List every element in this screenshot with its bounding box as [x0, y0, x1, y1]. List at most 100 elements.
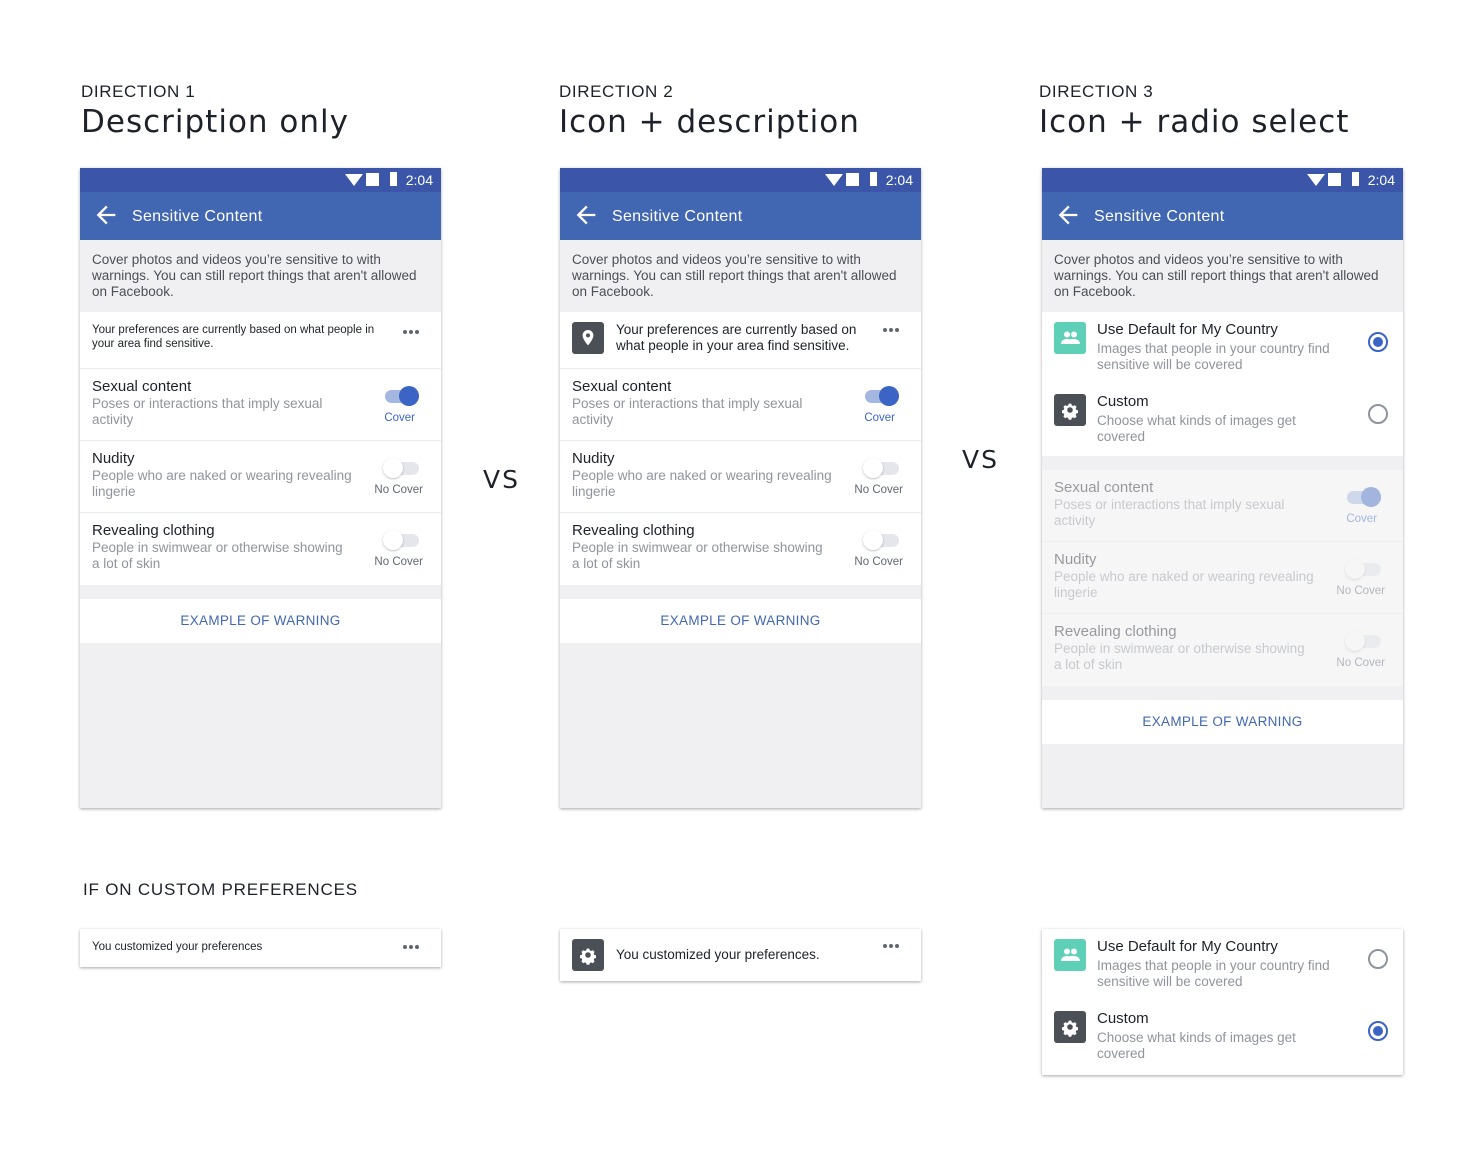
radio-option-custom[interactable]: Custom Choose what kinds of images get c… [1042, 1001, 1403, 1073]
wifi-icon [825, 174, 843, 186]
sexual-content-toggle[interactable] [383, 384, 421, 408]
vs-label: VS [962, 445, 999, 474]
radio-option-description: Choose what kinds of images get covered [1097, 1030, 1296, 1061]
nudity-toggle[interactable] [383, 456, 421, 480]
back-arrow-icon[interactable] [1054, 201, 1082, 229]
intro-text: Cover photos and videos you’re sensitive… [1042, 240, 1403, 312]
category-row-nudity: Nudity People who are naked or wearing r… [560, 441, 921, 513]
status-time: 2:04 [885, 172, 913, 188]
phone-direction-2: 2:04 Sensitive Content Cover photos and … [560, 168, 921, 808]
direction-1-label: DIRECTION 1 [81, 82, 196, 101]
gear-icon [1054, 1011, 1086, 1043]
revealing-clothing-toggle [1345, 629, 1383, 653]
custom-radio[interactable] [1368, 1021, 1388, 1041]
revealing-clothing-toggle[interactable] [863, 528, 901, 552]
nudity-toggle[interactable] [863, 456, 901, 480]
custom-radio[interactable] [1368, 404, 1388, 424]
radio-option-default-country[interactable]: Use Default for My Country Images that p… [1042, 312, 1403, 384]
disabled-categories: Sexual content Poses or interactions tha… [1042, 470, 1403, 686]
toggle-state-label: Cover [1346, 513, 1377, 525]
wifi-icon [1307, 174, 1325, 186]
toggle-state-label: Cover [384, 412, 415, 424]
intro-text: Cover photos and videos you’re sensitive… [80, 240, 441, 312]
signal-icon [366, 173, 379, 186]
toggle-state-label: Cover [864, 412, 895, 424]
radio-option-description: Images that people in your country find … [1097, 958, 1330, 989]
battery-icon [870, 172, 877, 186]
custom-banner-text: You customized your preferences. [616, 947, 820, 962]
category-description: Poses or interactions that imply sexual … [1054, 497, 1285, 528]
phone-direction-1: 2:04 Sensitive Content Cover photos and … [80, 168, 441, 808]
category-title: Sexual content [1054, 479, 1154, 496]
direction-2-title: Icon + description [559, 104, 860, 140]
people-icon [1054, 939, 1086, 971]
signal-icon [846, 173, 859, 186]
more-options-icon[interactable] [403, 330, 423, 336]
back-arrow-icon[interactable] [92, 201, 120, 229]
radio-option-title: Use Default for My Country [1097, 321, 1278, 338]
radio-option-default-country[interactable]: Use Default for My Country Images that p… [1042, 929, 1403, 1001]
revealing-clothing-toggle[interactable] [383, 528, 421, 552]
custom-banner-direction-2: You customized your preferences. [560, 929, 921, 981]
category-row-revealing-clothing: Revealing clothing People in swimwear or… [80, 513, 441, 585]
default-country-radio[interactable] [1368, 949, 1388, 969]
category-title: Nudity [572, 450, 615, 467]
category-row-revealing-clothing: Revealing clothing People in swimwear or… [560, 513, 921, 585]
direction-3-title: Icon + radio select [1039, 104, 1350, 140]
category-title: Revealing clothing [572, 522, 695, 539]
radio-option-description: Images that people in your country find … [1097, 341, 1330, 372]
status-bar: 2:04 [560, 168, 921, 192]
preferences-banner: Your preferences are currently based on … [560, 312, 921, 369]
sexual-content-toggle[interactable] [863, 384, 901, 408]
direction-3-label: DIRECTION 3 [1039, 82, 1154, 101]
category-title: Sexual content [572, 378, 672, 395]
category-description: People who are naked or wearing revealin… [1054, 569, 1314, 600]
category-title: Nudity [92, 450, 135, 467]
toggle-state-label: No Cover [1336, 657, 1385, 669]
toggle-state-label: No Cover [854, 484, 903, 496]
status-bar: 2:04 [80, 168, 441, 192]
example-of-warning-button[interactable]: EXAMPLE OF WARNING [80, 599, 441, 643]
more-options-icon[interactable] [883, 944, 903, 950]
people-icon [1054, 322, 1086, 354]
more-options-icon[interactable] [403, 945, 423, 951]
category-description: People in swimwear or otherwise showing … [1054, 641, 1305, 672]
intro-text: Cover photos and videos you’re sensitive… [560, 240, 921, 312]
category-description: People who are naked or wearing revealin… [572, 468, 832, 499]
category-row-sexual-content: Sexual content Poses or interactions tha… [1042, 470, 1403, 542]
category-row-nudity: Nudity People who are naked or wearing r… [80, 441, 441, 513]
preferences-banner: Your preferences are currently based on … [80, 312, 441, 369]
radio-option-custom[interactable]: Custom Choose what kinds of images get c… [1042, 384, 1403, 456]
custom-radio-card-direction-3: Use Default for My Country Images that p… [1042, 929, 1403, 1075]
back-arrow-icon[interactable] [572, 201, 600, 229]
category-title: Revealing clothing [92, 522, 215, 539]
more-options-icon[interactable] [883, 328, 903, 334]
status-time: 2:04 [1367, 172, 1395, 188]
custom-preferences-section-label: IF ON CUSTOM PREFERENCES [83, 880, 358, 899]
battery-icon [390, 172, 397, 186]
status-time: 2:04 [405, 172, 433, 188]
example-of-warning-button[interactable]: EXAMPLE OF WARNING [560, 599, 921, 643]
battery-icon [1352, 172, 1359, 186]
category-title: Nudity [1054, 551, 1097, 568]
category-title: Revealing clothing [1054, 623, 1177, 640]
preferences-banner-text: Your preferences are currently based on … [616, 322, 857, 353]
sexual-content-toggle [1345, 485, 1383, 509]
category-row-revealing-clothing: Revealing clothing People in swimwear or… [1042, 614, 1403, 686]
wifi-icon [345, 174, 363, 186]
vs-label: VS [483, 465, 520, 494]
location-pin-icon [572, 322, 604, 354]
app-bar: Sensitive Content [80, 192, 441, 240]
default-country-radio[interactable] [1368, 332, 1388, 352]
toggle-state-label: No Cover [854, 556, 903, 568]
app-bar-title: Sensitive Content [612, 208, 743, 225]
signal-icon [1328, 173, 1341, 186]
category-row-sexual-content: Sexual content Poses or interactions tha… [560, 369, 921, 441]
app-bar-title: Sensitive Content [132, 208, 263, 225]
app-bar: Sensitive Content [1042, 192, 1403, 240]
category-row-sexual-content: Sexual content Poses or interactions tha… [80, 369, 441, 441]
example-of-warning-button[interactable]: EXAMPLE OF WARNING [1042, 700, 1403, 744]
toggle-state-label: No Cover [374, 556, 423, 568]
status-bar: 2:04 [1042, 168, 1403, 192]
radio-option-title: Use Default for My Country [1097, 938, 1278, 955]
